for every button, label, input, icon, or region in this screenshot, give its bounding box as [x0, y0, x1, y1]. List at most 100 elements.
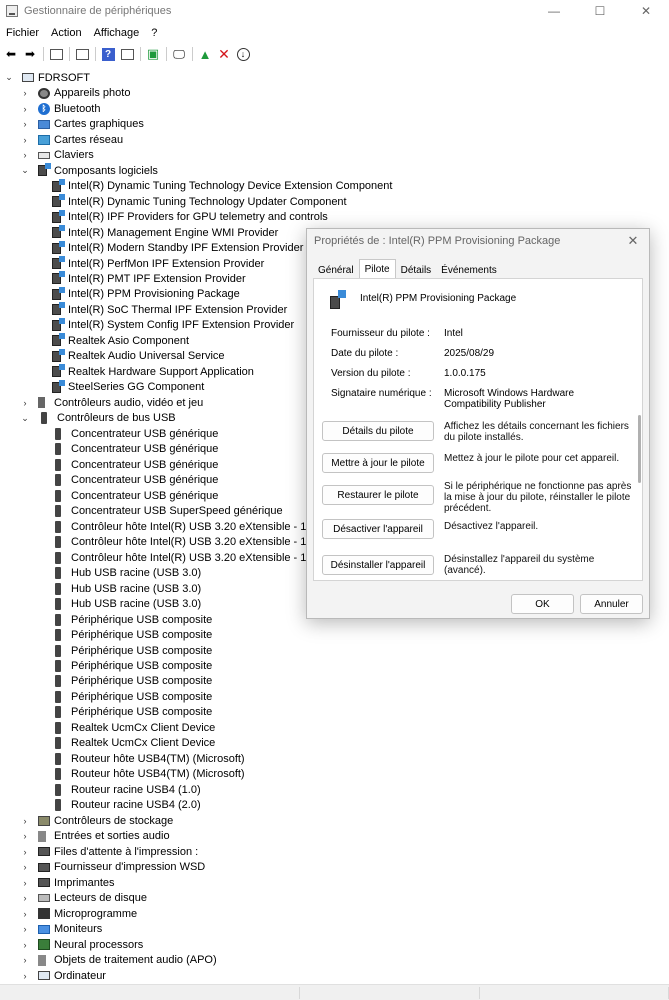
tree-device-item[interactable]: Realtek Asio Component — [52, 333, 189, 349]
tree-device-item[interactable]: Realtek Audio Universal Service — [52, 348, 225, 365]
tree-device-item[interactable]: Périphérique USB composite — [52, 643, 212, 659]
tree-device-item[interactable]: Périphérique USB composite — [52, 627, 212, 643]
tree-category-item[interactable]: › Cartes réseau — [20, 132, 124, 148]
tree-device-item[interactable]: Intel(R) SoC Thermal IPF Extension Provi… — [52, 302, 287, 318]
tree-device-item[interactable]: Contrôleur hôte Intel(R) USB 3.20 eXtens… — [52, 534, 338, 550]
tab-general[interactable]: Général — [313, 261, 359, 279]
expand-chevron-icon[interactable]: › — [20, 971, 30, 980]
tree-root[interactable]: ⌄ FDRSOFT — [4, 70, 90, 86]
tree-device-item[interactable]: Hub USB racine (USB 3.0) — [52, 581, 201, 597]
expand-chevron-icon[interactable]: › — [20, 816, 30, 826]
expand-chevron-icon[interactable]: › — [20, 135, 30, 145]
cancel-button[interactable]: Annuler — [580, 594, 643, 614]
tree-category-item[interactable]: › Appareils photo — [20, 85, 131, 101]
driver-details-button[interactable]: Détails du pilote — [322, 421, 434, 441]
view-button[interactable] — [47, 45, 65, 63]
tree-device-item[interactable]: Périphérique USB composite — [52, 689, 212, 705]
menu-action[interactable]: Action — [45, 27, 88, 39]
minimize-button[interactable]: — — [531, 0, 577, 22]
tree-device-item[interactable]: Concentrateur USB générique — [52, 442, 218, 458]
tree-category-item[interactable]: › Claviers — [20, 147, 94, 163]
expand-chevron-icon[interactable]: › — [20, 88, 30, 98]
dialog-close-button[interactable]: ✕ — [623, 231, 643, 251]
tree-device-item[interactable]: Realtek UcmCx Client Device — [52, 736, 215, 752]
close-button[interactable]: ✕ — [623, 0, 669, 22]
tree-category-item[interactable]: › Entrées et sorties audio — [20, 829, 170, 845]
tree-device-item[interactable]: Intel(R) PerfMon IPF Extension Provider — [52, 256, 264, 272]
tree-device-item[interactable]: Routeur racine USB4 (1.0) — [52, 782, 201, 798]
tree-category-item[interactable]: › Fournisseur d'impression WSD — [20, 859, 206, 875]
enable-device-button[interactable]: ▲ — [196, 45, 214, 63]
expand-chevron-icon[interactable]: › — [20, 955, 30, 965]
disable-device-button[interactable]: ↓ — [234, 45, 252, 63]
tree-device-item[interactable]: Périphérique USB composite — [52, 674, 212, 690]
uninstall-device-button[interactable]: Désinstaller l'appareil — [322, 555, 434, 575]
tree-device-item[interactable]: Realtek UcmCx Client Device — [52, 720, 215, 736]
tree-device-item[interactable]: Concentrateur USB SuperSpeed générique — [52, 503, 283, 519]
tree-category-item[interactable]: › Moniteurs — [20, 921, 103, 937]
tree-device-item[interactable]: Hub USB racine (USB 3.0) — [52, 565, 201, 581]
tree-device-item[interactable]: Routeur hôte USB4(TM) (Microsoft) — [52, 767, 245, 783]
tree-device-item[interactable]: SteelSeries GG Component — [52, 379, 204, 396]
tree-device-item[interactable]: Realtek Hardware Support Application — [52, 364, 254, 380]
tree-device-item[interactable]: Concentrateur USB générique — [52, 457, 218, 473]
update-driver-button[interactable]: ▣ — [144, 45, 162, 63]
expand-chevron-icon[interactable]: › — [20, 924, 30, 934]
menu-affichage[interactable]: Affichage — [88, 27, 146, 39]
tree-device-item[interactable]: Intel(R) PMT IPF Extension Provider — [52, 271, 246, 287]
expand-chevron-icon[interactable]: › — [20, 119, 30, 129]
expand-chevron-icon[interactable]: › — [20, 893, 30, 903]
menu-fichier[interactable]: Fichier — [0, 27, 45, 39]
scan-hardware-button[interactable]: 🖵 — [170, 45, 188, 63]
forward-button[interactable]: ➡ — [21, 45, 39, 63]
ok-button[interactable]: OK — [511, 594, 574, 614]
tree-category-item[interactable]: › Lecteurs de disque — [20, 890, 147, 906]
tree-category-item[interactable]: › Files d'attente à l'impression : — [20, 844, 199, 860]
collapse-chevron-icon[interactable]: ⌄ — [4, 72, 14, 83]
tree-category-item[interactable]: › Microprogramme — [20, 906, 138, 922]
rollback-driver-button[interactable]: Restaurer le pilote — [322, 485, 434, 505]
horizontal-scrollbar[interactable] — [0, 984, 669, 1000]
tree-device-item[interactable]: Hub USB racine (USB 3.0) — [52, 596, 201, 612]
uninstall-device-button[interactable]: ✕ — [215, 45, 233, 63]
tree-category-item[interactable]: ⌄ Composants logiciels — [20, 163, 158, 179]
tree-device-item[interactable]: Contrôleur hôte Intel(R) USB 3.20 eXtens… — [52, 550, 338, 566]
tree-device-item[interactable]: Intel(R) Modern Standby IPF Extension Pr… — [52, 240, 303, 256]
tree-device-item[interactable]: Routeur hôte USB4(TM) (Microsoft) — [52, 751, 245, 767]
tree-category-item[interactable]: › Ordinateur — [20, 968, 106, 980]
expand-chevron-icon[interactable]: › — [20, 104, 30, 114]
expand-chevron-icon[interactable]: › — [20, 150, 30, 160]
tree-device-item[interactable]: Contrôleur hôte Intel(R) USB 3.20 eXtens… — [52, 519, 338, 535]
tab-pilote[interactable]: Pilote — [358, 259, 396, 279]
help-button[interactable]: ? — [99, 45, 117, 63]
tree-category-item[interactable]: › ᛒ Bluetooth — [20, 101, 100, 117]
tree-device-item[interactable]: Périphérique USB composite — [52, 612, 212, 628]
expand-chevron-icon[interactable]: › — [20, 398, 30, 408]
tree-device-item[interactable]: Périphérique USB composite — [52, 658, 212, 674]
tree-category-item[interactable]: › Objets de traitement audio (APO) — [20, 952, 217, 968]
tree-category-item[interactable]: › Cartes graphiques — [20, 116, 144, 132]
disable-device-button[interactable]: Désactiver l'appareil — [322, 519, 434, 539]
tree-category-item[interactable]: › Neural processors — [20, 937, 144, 953]
properties-button[interactable] — [73, 45, 91, 63]
tree-device-item[interactable]: Intel(R) IPF Providers for GPU telemetry… — [52, 209, 328, 225]
back-button[interactable]: ⬅ — [2, 45, 20, 63]
expand-chevron-icon[interactable]: › — [20, 862, 30, 872]
tree-category-item[interactable]: › Imprimantes — [20, 875, 115, 891]
tree-device-item[interactable]: Intel(R) Management Engine WMI Provider — [52, 225, 278, 241]
tree-device-item[interactable]: Concentrateur USB générique — [52, 426, 218, 442]
expand-chevron-icon[interactable]: › — [20, 878, 30, 888]
tree-device-item[interactable]: Routeur racine USB4 (2.0) — [52, 798, 201, 814]
panel-scrollbar[interactable] — [638, 415, 641, 483]
tab-evenements[interactable]: Événements — [436, 261, 502, 279]
expand-chevron-icon[interactable]: › — [20, 847, 30, 857]
tree-category-item[interactable]: › Contrôleurs de stockage — [20, 813, 174, 829]
tree-device-item[interactable]: Intel(R) Dynamic Tuning Technology Updat… — [52, 194, 347, 210]
tree-device-item[interactable]: Concentrateur USB générique — [52, 488, 218, 504]
expand-chevron-icon[interactable]: › — [20, 909, 30, 919]
collapse-chevron-icon[interactable]: ⌄ — [20, 413, 30, 424]
tree-device-item[interactable]: Intel(R) System Config IPF Extension Pro… — [52, 317, 294, 334]
tree-category-item[interactable]: › Contrôleurs audio, vidéo et jeu — [20, 395, 204, 411]
tree-category-item[interactable]: ⌄ Contrôleurs de bus USB — [20, 411, 176, 427]
tree-device-item[interactable]: Intel(R) Dynamic Tuning Technology Devic… — [52, 178, 392, 194]
